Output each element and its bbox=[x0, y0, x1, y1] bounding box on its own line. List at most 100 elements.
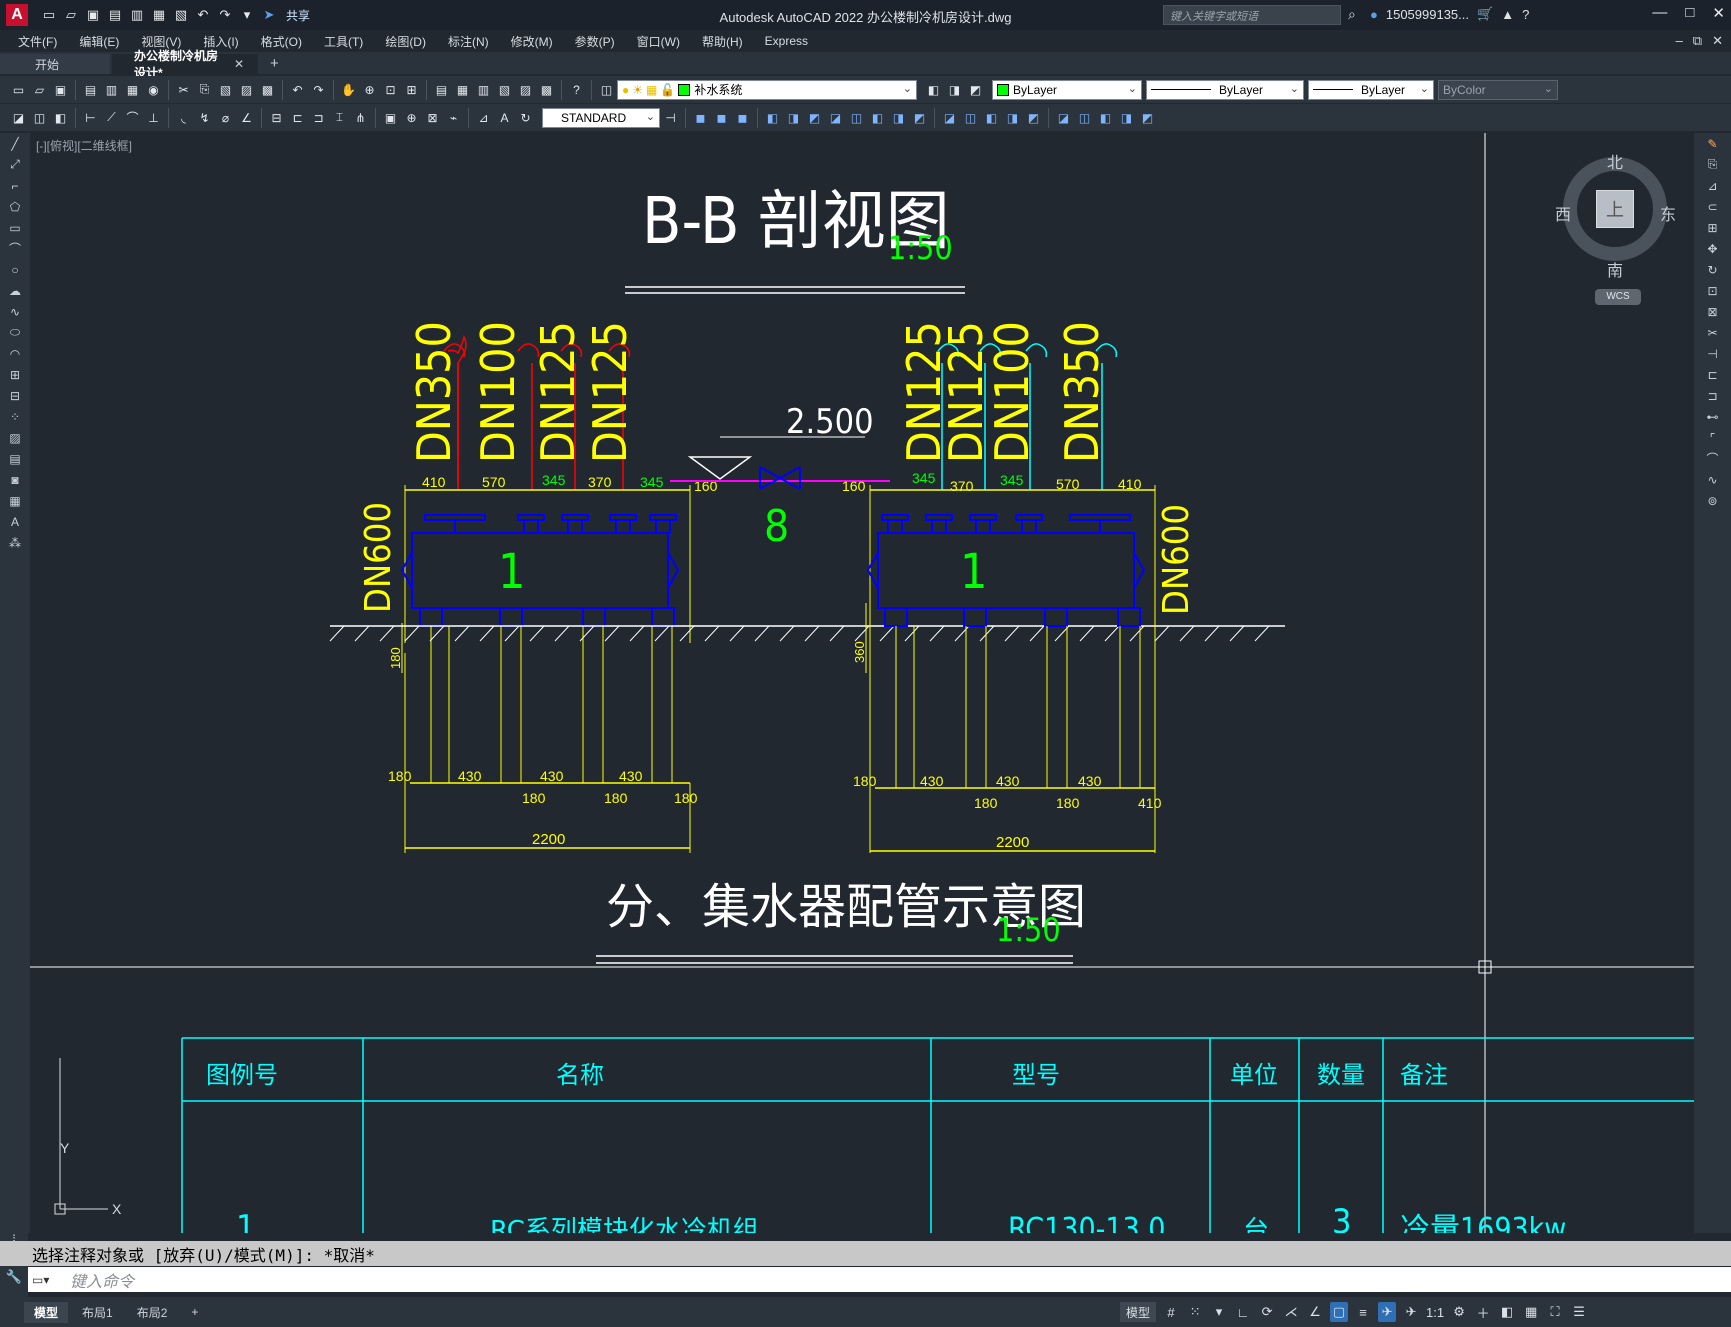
jogged-linear-icon[interactable]: ⌁ bbox=[445, 109, 462, 126]
linetype-combo[interactable]: ByLayer ⌄ bbox=[1146, 79, 1304, 100]
pipe-label[interactable]: DN100 bbox=[471, 321, 525, 463]
left-manifold[interactable]: DN350 DN100 DN125 DN125 410 570 345 370 … bbox=[358, 321, 718, 853]
dim-text[interactable]: 370 bbox=[588, 474, 612, 490]
polar-icon[interactable]: ⟳ bbox=[1258, 1302, 1276, 1322]
table-header[interactable]: 型号 bbox=[1012, 1061, 1060, 1089]
dim-text[interactable]: 345 bbox=[542, 472, 566, 488]
layer-previous-icon[interactable]: ◨ bbox=[946, 81, 963, 98]
radius-dim-icon[interactable]: ◟ bbox=[175, 109, 192, 126]
app-logo[interactable]: A bbox=[6, 4, 28, 26]
cone-icon[interactable]: ◼ bbox=[734, 109, 751, 126]
gradient-icon[interactable]: ▤ bbox=[0, 448, 30, 469]
break-at-point-icon[interactable]: ⊏ bbox=[1694, 364, 1731, 385]
menu-edit[interactable]: 编辑(E) bbox=[68, 33, 130, 50]
region-icon[interactable]: ◙ bbox=[0, 469, 30, 490]
dim-text[interactable]: 180 bbox=[674, 790, 698, 806]
add-layout-button[interactable]: + bbox=[181, 1303, 209, 1321]
layer-iso-icon[interactable]: ◧ bbox=[52, 109, 69, 126]
dim-text[interactable]: 180 bbox=[388, 768, 412, 784]
quick-dim-icon[interactable]: ⊟ bbox=[268, 109, 285, 126]
offset-icon[interactable]: ⊂ bbox=[1694, 196, 1731, 217]
a360-icon[interactable]: ▲ bbox=[1501, 7, 1514, 22]
dim-text[interactable]: 430 bbox=[1078, 773, 1102, 789]
command-placeholder[interactable]: 键入命令 bbox=[70, 1268, 134, 1292]
isodraft-icon[interactable]: ⋌ bbox=[1282, 1302, 1300, 1322]
help-icon[interactable]: ? bbox=[1522, 7, 1529, 22]
equipment-table[interactable]: 图例号 名称 型号 单位 数量 备注 1 RC系列模块化水冷机组 RC130-1… bbox=[181, 1037, 1694, 1233]
table-header[interactable]: 名称 bbox=[556, 1061, 604, 1089]
table-cell[interactable]: RC130-13.0 bbox=[1008, 1212, 1165, 1233]
polyline-icon[interactable]: ⌐ bbox=[0, 175, 30, 196]
add-selected-icon[interactable]: ⁂ bbox=[0, 532, 30, 553]
table-cell[interactable]: 台 bbox=[1243, 1216, 1269, 1233]
lineweight-combo[interactable]: ByLayer ⌄ bbox=[1308, 79, 1434, 100]
dim-text[interactable]: 180 bbox=[388, 647, 403, 669]
revolve-icon[interactable]: ◨ bbox=[785, 109, 802, 126]
table-icon[interactable]: ▦ bbox=[0, 490, 30, 511]
drawing-canvas[interactable]: [-][俯视][二维线框] B-B 剖视图 1:50 DN350 DN100 D… bbox=[30, 133, 1694, 1233]
layer-state-icon[interactable]: ◩ bbox=[967, 81, 984, 98]
layer-properties-icon[interactable]: ◫ bbox=[598, 81, 615, 98]
doc-close-icon[interactable]: ✕ bbox=[1712, 33, 1723, 49]
chevron-down-icon[interactable]: ▾ bbox=[1210, 1302, 1228, 1322]
table-header[interactable]: 单位 bbox=[1230, 1061, 1278, 1089]
ortho-icon[interactable]: ∟ bbox=[1234, 1302, 1252, 1322]
dim-text[interactable]: 430 bbox=[458, 768, 482, 784]
customize-icon[interactable]: ▾ bbox=[238, 6, 256, 24]
undo-icon[interactable]: ↶ bbox=[194, 6, 212, 24]
arc-length-icon[interactable]: ⌒ bbox=[124, 109, 141, 126]
design-center-icon[interactable]: ▦ bbox=[454, 81, 471, 98]
hatch-icon[interactable]: ▨ bbox=[0, 427, 30, 448]
tab-close-icon[interactable]: ✕ bbox=[234, 57, 244, 71]
match-properties-icon[interactable]: ▨ bbox=[238, 81, 255, 98]
fillet-edge-icon[interactable]: ◪ bbox=[941, 109, 958, 126]
compass-south[interactable]: 南 bbox=[1607, 257, 1623, 281]
aligned-dim-icon[interactable]: ⟋ bbox=[103, 109, 120, 126]
polygon-icon[interactable]: ⬠ bbox=[0, 196, 30, 217]
pipe-label[interactable]: DN350 bbox=[1055, 321, 1109, 463]
box-icon[interactable]: ◼ bbox=[692, 109, 709, 126]
model-space-button[interactable]: 模型 bbox=[1120, 1302, 1157, 1322]
block-editor-icon[interactable]: ▩ bbox=[259, 81, 276, 98]
grid-icon[interactable]: # bbox=[1162, 1302, 1180, 1322]
table-cell[interactable]: 3 bbox=[1332, 1202, 1351, 1233]
3d-print-icon[interactable]: ◉ bbox=[145, 81, 162, 98]
search-icon[interactable]: ⌕ bbox=[1348, 6, 1356, 23]
table-cell[interactable]: RC系列模块化水冷机组 bbox=[490, 1216, 759, 1233]
menu-express[interactable]: Express bbox=[754, 34, 819, 48]
layout-tab-2[interactable]: 布局2 bbox=[126, 1301, 178, 1323]
dim-text[interactable]: 180 bbox=[1056, 795, 1080, 811]
menu-format[interactable]: 格式(O) bbox=[250, 33, 313, 50]
dim-update-icon[interactable]: ↻ bbox=[517, 109, 534, 126]
pipe-label[interactable]: DN350 bbox=[407, 321, 461, 463]
elevation-text[interactable]: 2.500 bbox=[786, 402, 874, 442]
dim-text[interactable]: 410 bbox=[1118, 476, 1142, 492]
angular-dim-icon[interactable]: ∠ bbox=[238, 109, 255, 126]
new-file-icon[interactable]: ▭ bbox=[40, 6, 58, 24]
break-dim-icon[interactable]: ⋔ bbox=[352, 109, 369, 126]
arc-icon[interactable]: ⌒ bbox=[0, 238, 30, 259]
mirror-icon[interactable]: ⊿ bbox=[1694, 175, 1731, 196]
revision-cloud-icon[interactable]: ☁ bbox=[0, 280, 30, 301]
zoom-window-icon[interactable]: ⊡ bbox=[382, 81, 399, 98]
main-scale[interactable]: 1:50 bbox=[996, 911, 1061, 949]
separate-icon[interactable]: ◩ bbox=[1025, 109, 1042, 126]
move-3d-icon[interactable]: ◪ bbox=[1055, 109, 1072, 126]
properties-icon[interactable]: ▤ bbox=[433, 81, 450, 98]
mirror-3d-icon[interactable]: ◨ bbox=[1118, 109, 1135, 126]
copy-object-icon[interactable]: ⎘ bbox=[1694, 154, 1731, 175]
dim-edit-icon[interactable]: ⊿ bbox=[475, 109, 492, 126]
explode-icon[interactable]: ⊚ bbox=[1694, 490, 1731, 511]
continue-dim-icon[interactable]: ⊐ bbox=[310, 109, 327, 126]
tab-start[interactable]: 开始 bbox=[0, 54, 110, 74]
rotate-3d-icon[interactable]: ◫ bbox=[1076, 109, 1093, 126]
chamfer-edge-icon[interactable]: ◫ bbox=[962, 109, 979, 126]
ordinate-dim-icon[interactable]: ⊥ bbox=[145, 109, 162, 126]
save-icon[interactable]: ▣ bbox=[52, 81, 69, 98]
layer-combo[interactable]: ● ☀ ▦ 🔓 补水系统 ⌄ bbox=[617, 79, 917, 100]
cart-icon[interactable]: 🛒 bbox=[1477, 6, 1493, 22]
open-web-icon[interactable]: ▥ bbox=[128, 6, 146, 24]
share-icon[interactable]: ➤ bbox=[260, 6, 278, 24]
customize-command-icon[interactable]: 🔧 bbox=[0, 1267, 28, 1287]
cube-top-face[interactable]: 上 bbox=[1596, 190, 1634, 228]
